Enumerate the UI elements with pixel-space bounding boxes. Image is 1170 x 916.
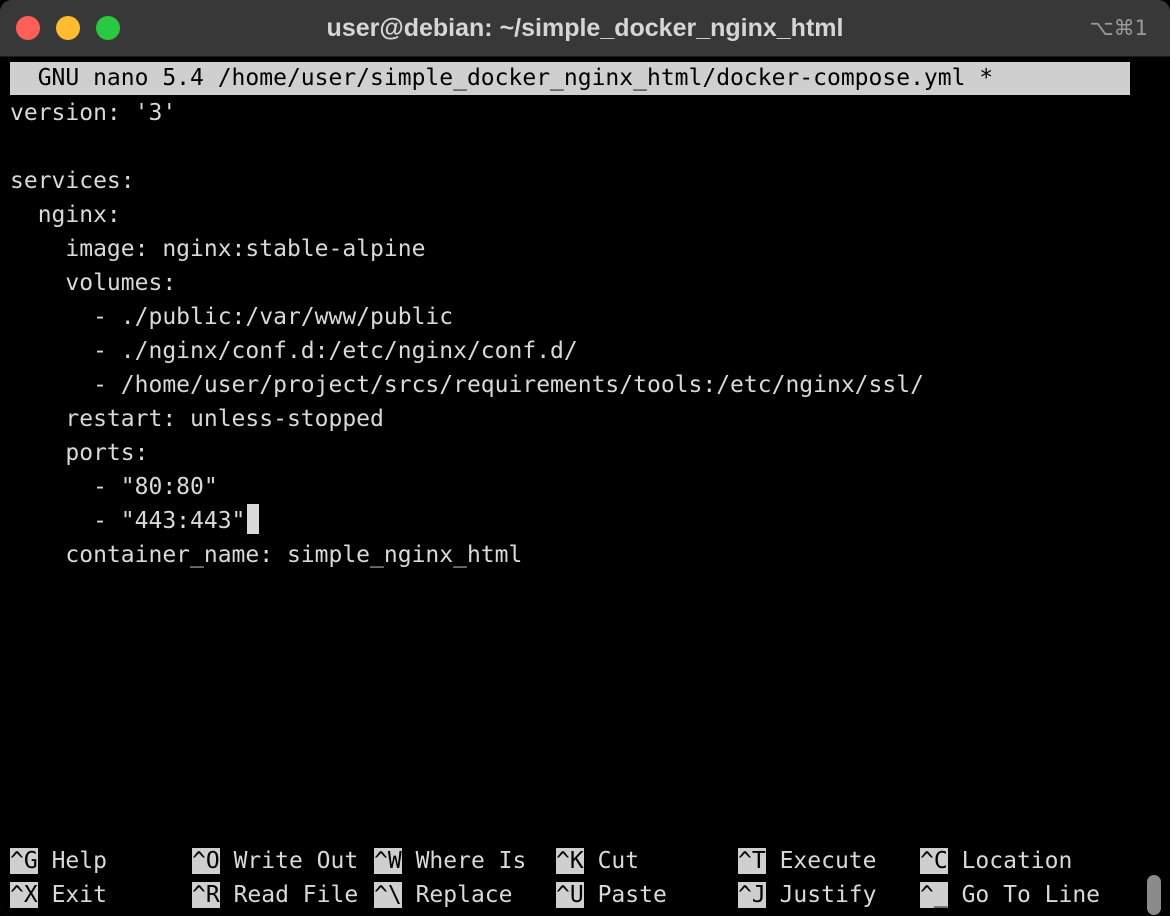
editor-line[interactable]: volumes: [10, 266, 176, 300]
shortcut-justify[interactable]: ^J Justify [738, 878, 877, 912]
shortcut-label: Location [961, 848, 1073, 874]
window-title: user@debian: ~/simple_docker_nginx_html [326, 14, 844, 42]
editor-line[interactable]: - ./nginx/conf.d:/etc/nginx/conf.d/ [10, 334, 578, 368]
shortcut-key: ^C [920, 848, 948, 874]
shortcut-where-is[interactable]: ^W Where Is [374, 844, 526, 878]
shortcut-key: ^O [192, 848, 220, 874]
shortcut-label: Where Is [415, 848, 527, 874]
shortcut-label: Go To Line [961, 882, 1101, 908]
shortcut-replace[interactable]: ^\ Replace [374, 878, 513, 912]
shortcut-read-file[interactable]: ^R Read File [192, 878, 358, 912]
shortcut-label: Paste [597, 882, 667, 908]
shortcut-help[interactable]: ^G Help [10, 844, 107, 878]
shortcut-execute[interactable]: ^T Execute [738, 844, 877, 878]
shortcut-key: ^R [192, 882, 220, 908]
shortcut-key: ^\ [374, 882, 402, 908]
editor-line[interactable]: image: nginx:stable-alpine [10, 232, 425, 266]
nano-header: GNU nano 5.4 /home/user/simple_docker_ng… [10, 62, 1130, 95]
shortcut-label: Justify [779, 882, 877, 908]
editor-line[interactable]: nginx: [10, 198, 121, 232]
editor-line-text: - "443:443" [10, 508, 246, 534]
editor-line[interactable]: services: [10, 164, 135, 198]
shortcut-key: ^T [738, 848, 766, 874]
editor-line[interactable]: container_name: simple_nginx_html [10, 538, 522, 572]
shortcut-key: ^X [10, 882, 38, 908]
editor-line[interactable]: - ./public:/var/www/public [10, 300, 453, 334]
editor-line[interactable]: - /home/user/project/srcs/requirements/t… [10, 368, 924, 402]
shortcut-paste[interactable]: ^U Paste [556, 878, 667, 912]
editor-line[interactable]: ports: [10, 436, 148, 470]
shortcut-label: Exit [51, 882, 107, 908]
editor-line[interactable]: - "80:80" [10, 470, 218, 504]
shortcut-key: ^W [374, 848, 402, 874]
shortcut-label: Write Out [233, 848, 359, 874]
shortcut-label: Cut [597, 848, 640, 874]
shortcut-key: ^G [10, 848, 38, 874]
shortcut-location[interactable]: ^C Location [920, 844, 1072, 878]
shortcut-label: Help [51, 848, 107, 874]
shortcut-exit[interactable]: ^X Exit [10, 878, 107, 912]
shortcut-key: ^U [556, 882, 584, 908]
editor-line-current[interactable]: - "443:443" [10, 504, 260, 538]
shortcut-key: ^K [556, 848, 584, 874]
terminal-content[interactable]: GNU nano 5.4 /home/user/simple_docker_ng… [0, 57, 1170, 916]
shortcut-write-out[interactable]: ^O Write Out [192, 844, 358, 878]
scrollbar-thumb[interactable] [1147, 875, 1161, 915]
editor-line[interactable]: version: '3' [10, 96, 176, 130]
shortcut-key: ^J [738, 882, 766, 908]
text-cursor [247, 504, 260, 534]
shortcut-go-to-line[interactable]: ^_ Go To Line [920, 878, 1100, 912]
shortcut-label: Read File [233, 882, 359, 908]
window-shortcut: ⌥⌘1 [1089, 16, 1148, 40]
title-bar[interactable]: user@debian: ~/simple_docker_nginx_html … [0, 0, 1170, 57]
shortcut-key: ^_ [920, 882, 948, 908]
shortcut-label: Replace [415, 882, 513, 908]
editor-line[interactable]: restart: unless-stopped [10, 402, 384, 436]
terminal-window: user@debian: ~/simple_docker_nginx_html … [0, 0, 1170, 916]
shortcut-label: Execute [779, 848, 877, 874]
shortcut-cut[interactable]: ^K Cut [556, 844, 639, 878]
